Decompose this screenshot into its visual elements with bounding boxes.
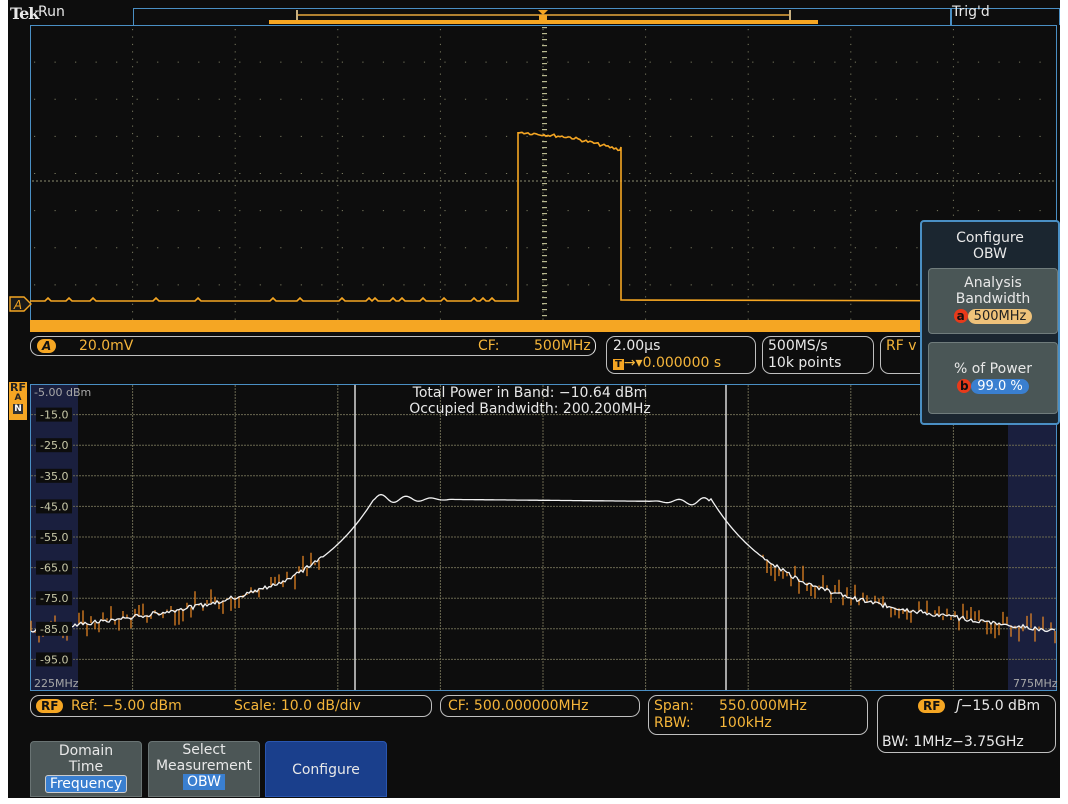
rf-marker-normal: N — [13, 404, 23, 414]
select-label: Select — [182, 742, 226, 758]
y-tick-label: -15.0 — [40, 409, 68, 422]
bandwidth-limit: BW: 1MHz−3.75GHz — [882, 734, 1024, 750]
occupied-bandwidth: Occupied Bandwidth: 200.200MHz — [409, 401, 651, 417]
measurement-selected-value: OBW — [183, 774, 225, 790]
trigger-arrow-icon — [538, 10, 548, 15]
rf-vs-time-label: RF v — [886, 338, 917, 354]
horizontal-scale: 2.00µs — [613, 338, 661, 354]
channel-a-readout[interactable]: A 20.0mV CF: 500MHz — [30, 336, 596, 356]
y-tick-label: -75.0 — [40, 592, 68, 605]
rf-trigger-badge: RF — [918, 699, 946, 713]
y-tick-label: -55.0 — [40, 531, 68, 544]
select-measurement-button[interactable]: Select Measurement OBW — [148, 741, 260, 797]
record-length: 10k points — [768, 355, 842, 371]
configure-obw-panel: Configure OBW Analysis Bandwidth a 500MHz… — [920, 220, 1060, 425]
cf-value: 500MHz — [534, 338, 591, 354]
analysis-bw-value: 500MHz — [967, 308, 1033, 324]
total-power-in-band: Total Power in Band: −10.64 dBm — [412, 385, 648, 401]
obw-measurement-results: Total Power in Band: −10.64 dBm Occupied… — [300, 385, 760, 417]
configure-button[interactable]: Configure — [265, 741, 387, 797]
sample-rate: 500MS/s — [768, 338, 828, 354]
channel-a-marker[interactable]: A — [9, 296, 33, 312]
tek-logo: Tek — [10, 4, 39, 23]
span-value: 550.000MHz — [719, 698, 807, 714]
domain-menu-button[interactable]: Domain Time Frequency — [30, 741, 142, 797]
reference-level: Ref: −5.00 dBm — [71, 698, 182, 714]
y-tick-label: -45.0 — [40, 500, 68, 513]
domain-label: Domain — [58, 743, 114, 759]
trigger-state: Trig'd — [952, 4, 990, 20]
time-overlay-band — [30, 320, 1055, 332]
panel-title-line1: Configure — [956, 230, 1024, 246]
percent-power-label: % of Power — [953, 361, 1033, 377]
acquisition-readout[interactable]: 500MS/s 10k points — [762, 336, 874, 374]
span-label: Span: — [654, 698, 694, 714]
percent-power-button[interactable]: % of Power b 99.0 % — [928, 342, 1058, 414]
trigger-level: ʃ−15.0 dBm — [956, 698, 1040, 714]
rf-reference-readout[interactable]: RF Ref: −5.00 dBm Scale: 10.0 dB/div — [30, 695, 432, 717]
horizontal-readout[interactable]: 2.00µs T →▾0.000000 s — [606, 336, 756, 374]
trigger-t-icon — [539, 15, 547, 24]
y-tick-label: -65.0 — [40, 562, 68, 575]
trigger-position-readout: T →▾0.000000 s — [613, 355, 722, 371]
knob-b-icon: b — [957, 379, 972, 393]
domain-option-time: Time — [68, 759, 104, 775]
start-frequency: 225MHz — [34, 677, 79, 690]
center-frequency: CF: 500.000000MHz — [448, 698, 589, 714]
measurement-label: Measurement — [155, 758, 253, 774]
analysis-bw-label-1: Analysis — [964, 275, 1022, 291]
rf-badge: RF — [36, 699, 64, 713]
y-tick-label: -95.0 — [40, 653, 68, 666]
trigger-t-small-icon: T — [613, 359, 624, 370]
panel-title-line2: OBW — [973, 246, 1007, 262]
acquisition-state: Run — [38, 4, 65, 20]
trigger-level-value: −15.0 dBm — [960, 698, 1041, 714]
time-domain-graticule — [30, 25, 1057, 323]
stop-frequency: 775MHz — [1013, 677, 1058, 690]
trigger-position-value: 0.000000 s — [642, 355, 722, 371]
spectrum-graticule: -15.0 -25.0 -35.0 -45.0 -55.0 -65.0 -75.0 -85.0… — [30, 384, 1057, 691]
rf-channel-marker[interactable]: RF A N — [9, 382, 27, 420]
y-tick-label: -25.0 — [40, 439, 68, 452]
rbw-label: RBW: — [654, 715, 691, 731]
center-frequency-readout[interactable]: CF: 500.000000MHz — [440, 695, 640, 717]
y-tick-label: -85.0 — [40, 623, 68, 636]
panel-title: Configure OBW — [922, 230, 1058, 262]
analysis-bw-label-2: Bandwidth — [955, 291, 1031, 307]
y-tick-label: -35.0 — [40, 470, 68, 483]
domain-option-frequency: Frequency — [44, 775, 128, 793]
analysis-bandwidth-button[interactable]: Analysis Bandwidth a 500MHz — [928, 268, 1058, 334]
channel-a-badge: A — [37, 339, 57, 353]
rf-marker-average: A — [14, 393, 22, 403]
percent-power-value: 99.0 % — [971, 378, 1029, 394]
cf-label: CF: — [478, 338, 500, 354]
knob-a-icon: a — [953, 309, 968, 323]
ref-top-label: -5.00 dBm — [34, 386, 92, 399]
rbw-value: 100kHz — [719, 715, 772, 731]
rf-trigger-readout[interactable]: RF ʃ−15.0 dBm BW: 1MHz−3.75GHz — [877, 695, 1056, 753]
vertical-scale-db: Scale: 10.0 dB/div — [234, 698, 361, 714]
channel-a-marker-label: A — [13, 298, 22, 312]
span-rbw-readout[interactable]: Span: 550.000MHz RBW: 100kHz — [648, 695, 868, 735]
rf-marker-label: RF — [10, 381, 26, 394]
vertical-scale: 20.0mV — [79, 338, 134, 354]
